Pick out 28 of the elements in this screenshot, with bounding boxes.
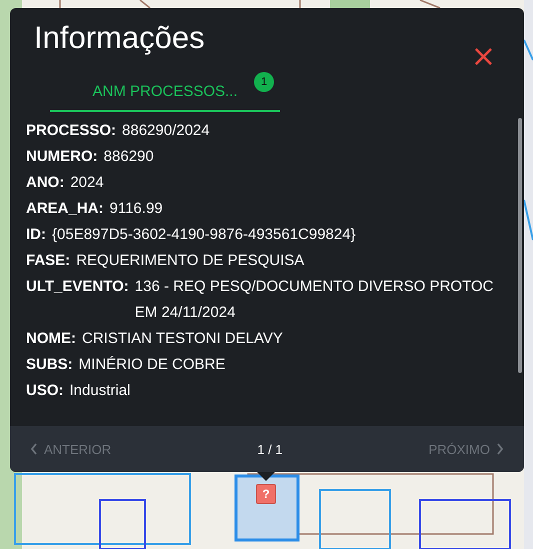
field-value: 136 - REQ PESQ/DOCUMENTO DIVERSO PROTOC EM 24/11/2024 — [134, 277, 494, 323]
field-label: NUMERO: — [26, 147, 98, 167]
field-value: REQUERIMENTO DE PESQUISA — [76, 251, 306, 271]
field-label: USO: — [26, 381, 64, 401]
close-button[interactable]: × — [470, 42, 496, 72]
popup-title: Informações — [34, 20, 205, 56]
field-value: 886290 — [104, 147, 155, 167]
scrollbar[interactable] — [518, 118, 522, 373]
page-count: 1 / 1 — [257, 442, 283, 456]
field-label: SUBS: — [26, 355, 73, 375]
field-value: Industrial — [70, 381, 132, 401]
field-label: ULT_EVENTO: — [26, 277, 129, 297]
field-label: ID: — [26, 225, 46, 245]
chevron-left-icon — [30, 443, 38, 455]
count-badge: 1 — [254, 72, 274, 92]
field-label: ANO: — [26, 173, 64, 193]
field-label: PROCESSO: — [26, 121, 116, 141]
field-value: 9116.99 — [110, 199, 164, 219]
field-value: 2024 — [70, 173, 105, 193]
field-label: FASE: — [26, 251, 70, 271]
field-label: AREA_HA: — [26, 199, 104, 219]
field-value: 886290/2024 — [122, 121, 211, 141]
field-value: MINÉRIO DE COBRE — [78, 355, 226, 375]
field-value: CRISTIAN TESTONI DELAVY — [82, 329, 284, 349]
field-label: NOME: — [26, 329, 76, 349]
field-value: {05E897D5-3602-4190-9876-493561C99824} — [52, 225, 357, 245]
map-marker[interactable]: ? — [256, 484, 276, 504]
chevron-right-icon — [496, 443, 504, 455]
